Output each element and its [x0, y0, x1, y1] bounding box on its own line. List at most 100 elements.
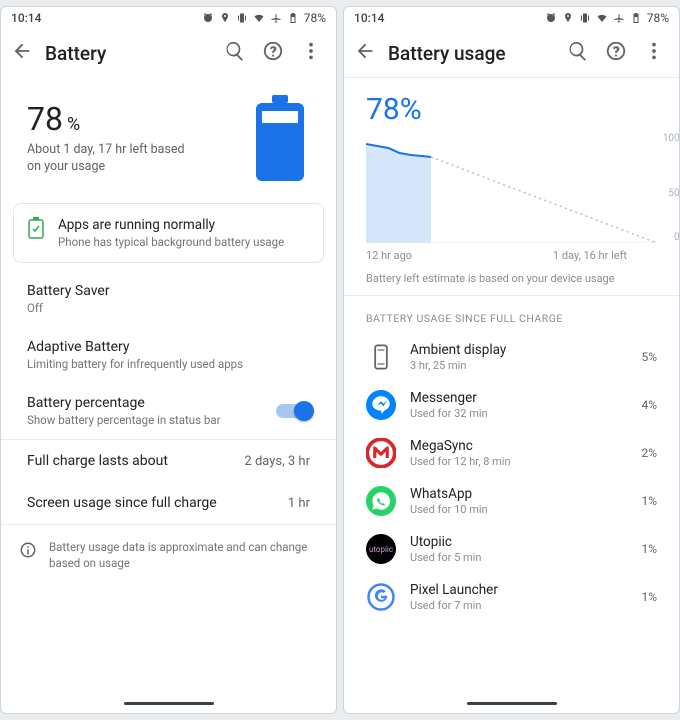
app-icon: [366, 582, 396, 612]
status-card-sub: Phone has typical background battery usa…: [58, 235, 284, 249]
app-usage-pct: 1%: [641, 542, 657, 556]
airplane-icon: [613, 12, 625, 24]
back-arrow-icon: [11, 40, 33, 62]
wifi-icon: [253, 12, 265, 24]
app-name: Utopiic: [410, 534, 627, 550]
vibrate-icon: [579, 12, 591, 24]
more-vert-icon: [300, 40, 322, 62]
app-usage-item[interactable]: MegaSyncUsed for 12 hr, 8 min 2%: [344, 429, 679, 477]
status-icons: 78%: [545, 11, 669, 25]
app-usage-time: 3 hr, 25 min: [410, 359, 627, 372]
help-icon: [605, 40, 627, 62]
status-battery-pct: 78%: [304, 11, 326, 25]
app-usage-time: Used for 32 min: [410, 407, 627, 420]
app-icon: [366, 342, 396, 372]
app-name: Ambient display: [410, 342, 627, 358]
app-usage-item[interactable]: MessengerUsed for 32 min 4%: [344, 381, 679, 429]
app-usage-pct: 2%: [641, 446, 657, 460]
battery-large-icon: [250, 95, 310, 181]
app-usage-list: Ambient display3 hr, 25 min5%MessengerUs…: [344, 333, 679, 621]
battery-percentage-item[interactable]: Battery percentage Show battery percenta…: [1, 383, 336, 439]
app-name: Messenger: [410, 390, 627, 406]
app-usage-pct: 1%: [641, 494, 657, 508]
footer-note: Battery usage data is approximate and ca…: [1, 525, 336, 585]
overflow-button[interactable]: [300, 40, 322, 66]
status-bar: 10:14 78%: [1, 7, 336, 29]
hero-sub: About 1 day, 17 hr left based on your us…: [27, 142, 197, 176]
full-charge-row[interactable]: Full charge lasts about 2 days, 3 hr: [1, 440, 336, 482]
alarm-icon: [545, 12, 557, 24]
status-card-title: Apps are running normally: [58, 217, 284, 233]
battery-chart: 100% 50% 0%: [366, 133, 657, 243]
status-bar: 10:14 78%: [344, 7, 679, 29]
app-usage-time: Used for 7 min: [410, 599, 627, 612]
battery-percentage-toggle[interactable]: [276, 404, 310, 418]
top-app-bar: Battery usage: [344, 29, 679, 77]
graph-percentage: 78%: [366, 92, 657, 127]
home-indicator[interactable]: [467, 702, 557, 705]
wifi-icon: [596, 12, 608, 24]
search-icon: [224, 40, 246, 62]
help-button[interactable]: [605, 40, 627, 66]
app-usage-item[interactable]: Ambient display3 hr, 25 min 5%: [344, 333, 679, 381]
app-name: MegaSync: [410, 438, 627, 454]
status-icons: 78%: [202, 11, 326, 25]
battery-status-icon: [630, 12, 642, 24]
battery-usage-screen: 10:14 78% Battery usage: [343, 6, 680, 714]
home-indicator[interactable]: [124, 702, 214, 705]
airplane-icon: [270, 12, 282, 24]
y-tick-0: 0%: [674, 232, 680, 243]
search-icon: [567, 40, 589, 62]
location-icon: [219, 12, 231, 24]
location-icon: [562, 12, 574, 24]
app-icon: utopiic: [366, 534, 396, 564]
graph-note: Battery left estimate is based on your d…: [366, 272, 657, 285]
search-button[interactable]: [567, 40, 589, 66]
screen-usage-row[interactable]: Screen usage since full charge 1 hr: [1, 482, 336, 524]
page-title: Battery usage: [388, 42, 567, 65]
y-tick-50: 50%: [668, 188, 680, 199]
app-usage-time: Used for 12 hr, 8 min: [410, 455, 627, 468]
battery-screen: 10:14 78% Battery: [0, 6, 337, 714]
app-usage-item[interactable]: WhatsAppUsed for 10 min 1%: [344, 477, 679, 525]
overflow-button[interactable]: [643, 40, 665, 66]
battery-status-icon: [287, 12, 299, 24]
app-usage-time: Used for 10 min: [410, 503, 627, 516]
battery-hero: 78% About 1 day, 17 hr left based on you…: [1, 77, 336, 195]
more-vert-icon: [643, 40, 665, 62]
app-usage-pct: 4%: [641, 398, 657, 412]
app-icon: [366, 438, 396, 468]
help-button[interactable]: [262, 40, 284, 66]
back-button[interactable]: [354, 40, 376, 66]
battery-saver-item[interactable]: Battery Saver Off: [1, 271, 336, 327]
help-icon: [262, 40, 284, 62]
app-name: WhatsApp: [410, 486, 627, 502]
search-button[interactable]: [224, 40, 246, 66]
battery-graph[interactable]: 78% 100% 50% 0% 12 hr ago 1 day, 16 hr l…: [344, 78, 679, 295]
status-time: 10:14: [11, 11, 41, 25]
apps-status-card[interactable]: Apps are running normally Phone has typi…: [13, 203, 324, 263]
app-name: Pixel Launcher: [410, 582, 627, 598]
app-icon: [366, 390, 396, 420]
alarm-icon: [202, 12, 214, 24]
usage-section-title: Battery usage since full charge: [344, 296, 679, 333]
app-icon: [366, 486, 396, 516]
page-title: Battery: [45, 42, 224, 65]
hero-percentage: 78%: [27, 100, 250, 138]
app-usage-pct: 5%: [641, 350, 657, 364]
y-tick-100: 100%: [663, 133, 680, 144]
status-time: 10:14: [354, 11, 384, 25]
app-usage-item[interactable]: utopiic UtopiicUsed for 5 min 1%: [344, 525, 679, 573]
back-button[interactable]: [11, 40, 33, 66]
adaptive-battery-item[interactable]: Adaptive Battery Limiting battery for in…: [1, 327, 336, 383]
top-app-bar: Battery: [1, 29, 336, 77]
battery-ok-icon: [28, 217, 44, 239]
vibrate-icon: [236, 12, 248, 24]
x-axis: 12 hr ago 1 day, 16 hr left: [366, 249, 657, 262]
status-battery-pct: 78%: [647, 11, 669, 25]
info-icon: [19, 541, 37, 559]
app-usage-item[interactable]: Pixel LauncherUsed for 7 min 1%: [344, 573, 679, 621]
app-usage-pct: 1%: [641, 590, 657, 604]
back-arrow-icon: [354, 40, 376, 62]
app-usage-time: Used for 5 min: [410, 551, 627, 564]
